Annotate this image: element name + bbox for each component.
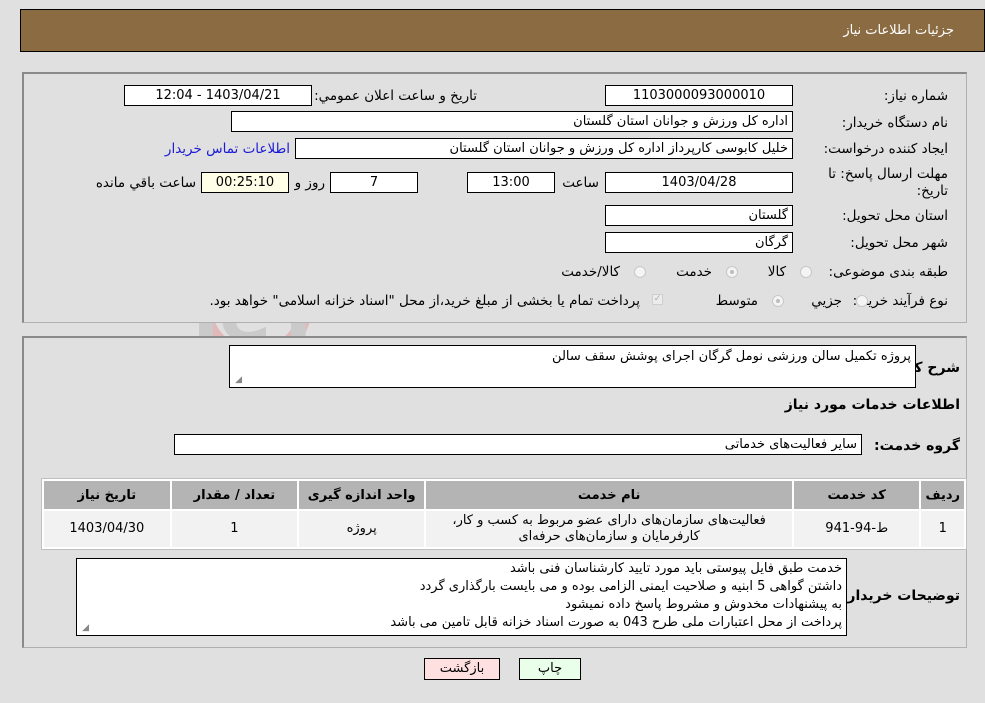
category-radio-goods[interactable] (800, 266, 812, 278)
col-quantity: تعداد / مقدار (171, 481, 298, 509)
cell-need-date: 1403/04/30 (44, 511, 170, 547)
buyer-note-line: به پیشنهادات مخدوش و مشروط پاسخ داده نمی… (565, 597, 842, 612)
service-group-label: گروه خدمت: (874, 438, 960, 454)
category-radio-goods-service[interactable] (634, 266, 646, 278)
print-button[interactable]: چاپ (519, 658, 581, 680)
col-service-name: نام خدمت (426, 481, 792, 509)
category-option-service: خدمت (676, 264, 712, 280)
cell-service-name: فعالیت‌های سازمان‌های دارای عضو مربوط به… (426, 511, 792, 547)
need-summary-text: پروژه تکمیل سالن ورزشی نومل گرگان اجرای … (552, 349, 911, 364)
remaining-days-field: 7 (330, 172, 418, 193)
deadline-time-label: ساعت (562, 175, 599, 191)
buyer-note-line: خدمت طبق فایل پیوستی باید مورد تایید کار… (509, 561, 842, 576)
treasury-note: پرداخت تمام یا بخشی از مبلغ خرید،از محل … (209, 293, 640, 309)
category-radio-service[interactable] (726, 266, 738, 278)
need-number-field: 1103000093000010 (605, 85, 793, 106)
requester-field: خلیل کابوسی کارپرداز اداره کل ورزش و جوا… (295, 138, 793, 159)
requester-label: ایجاد کننده درخواست: (823, 141, 948, 157)
announce-datetime-field: 1403/04/21 - 12:04 (124, 85, 312, 106)
purchase-radio-medium[interactable] (772, 295, 784, 307)
treasury-checkbox[interactable]: ✓ (652, 294, 663, 305)
services-section-title: اطلاعات خدمات مورد نیاز (784, 397, 960, 413)
cell-service-code: ط-94-941 (793, 511, 920, 547)
services-table: ردیف کد خدمت نام خدمت واحد اندازه گیری ت… (41, 478, 967, 550)
category-option-goods: کالا (767, 264, 786, 280)
col-unit: واحد اندازه گیری (299, 481, 425, 509)
deadline-label-line2: تاریخ: (916, 183, 948, 199)
delivery-province-field: گلستان (605, 205, 793, 226)
deadline-date-field: 1403/04/28 (605, 172, 793, 193)
resize-grip-icon[interactable]: ◢ (80, 624, 89, 633)
buyer-contact-link[interactable]: اطلاعات تماس خریدار (165, 141, 290, 157)
resize-grip-icon[interactable]: ◢ (233, 376, 242, 385)
buyer-notes-textarea[interactable]: خدمت طبق فایل پیوستی باید مورد تایید کار… (76, 558, 847, 636)
buyer-note-line: داشتن گواهی 5 ابنیه و صلاحیت ایمنی الزام… (419, 579, 842, 594)
col-row-number: ردیف (921, 481, 964, 509)
deadline-label: مهلت ارسال پاسخ: تا تاریخ: (828, 166, 948, 200)
services-panel: شرح كلي نياز: پروژه تکمیل سالن ورزشی نوم… (22, 336, 967, 648)
col-need-date: تاریخ نیاز (44, 481, 170, 509)
buyer-org-field: اداره کل ورزش و جوانان استان گلستان (231, 111, 793, 132)
need-info-panel: شماره نیاز: 1103000093000010 تاریخ و ساع… (22, 72, 967, 323)
category-label: طبقه بندی موضوعی: (828, 264, 948, 280)
cell-quantity: 1 (171, 511, 298, 547)
deadline-time-field: 13:00 (467, 172, 555, 193)
need-number-label: شماره نیاز: (883, 88, 948, 104)
page-title: جزئیات اطلاعات نیاز (843, 23, 954, 38)
col-service-code: کد خدمت (793, 481, 920, 509)
need-summary-textarea[interactable]: پروژه تکمیل سالن ورزشی نومل گرگان اجرای … (229, 345, 916, 388)
delivery-province-label: استان محل تحویل: (842, 208, 948, 224)
remaining-time-label: ساعت باقي مانده (95, 175, 196, 191)
delivery-city-label: شهر محل تحویل: (850, 235, 948, 251)
back-button[interactable]: بازگشت (424, 658, 500, 680)
buyer-notes-label: توضیحات خریدار: (841, 588, 960, 604)
purchase-option-minor: جزيي (811, 293, 842, 309)
deadline-label-line1: مهلت ارسال پاسخ: تا (828, 166, 948, 182)
buyer-note-line: پرداخت از محل اعتبارات ملی طرح 043 به صو… (390, 615, 842, 630)
delivery-city-field: گرگان (605, 232, 793, 253)
days-label: روز و (294, 175, 325, 191)
page-header: جزئیات اطلاعات نیاز (20, 9, 985, 52)
category-option-goods-service: کالا/خدمت (561, 264, 620, 280)
table-header-row: ردیف کد خدمت نام خدمت واحد اندازه گیری ت… (44, 481, 964, 509)
cell-row-number: 1 (921, 511, 964, 547)
service-group-field: سایر فعالیت‌های خدماتی (174, 434, 862, 455)
cell-unit: پروژه (299, 511, 425, 547)
announce-datetime-label: تاریخ و ساعت اعلان عمومي: (314, 88, 477, 104)
remaining-time-field: 00:25:10 (201, 172, 289, 193)
buyer-org-label: نام دستگاه خریدار: (841, 115, 948, 131)
purchase-option-medium: متوسط (715, 293, 758, 309)
purchase-radio-minor[interactable] (856, 295, 868, 307)
table-row: 1 ط-94-941 فعالیت‌های سازمان‌های دارای ع… (44, 511, 964, 547)
